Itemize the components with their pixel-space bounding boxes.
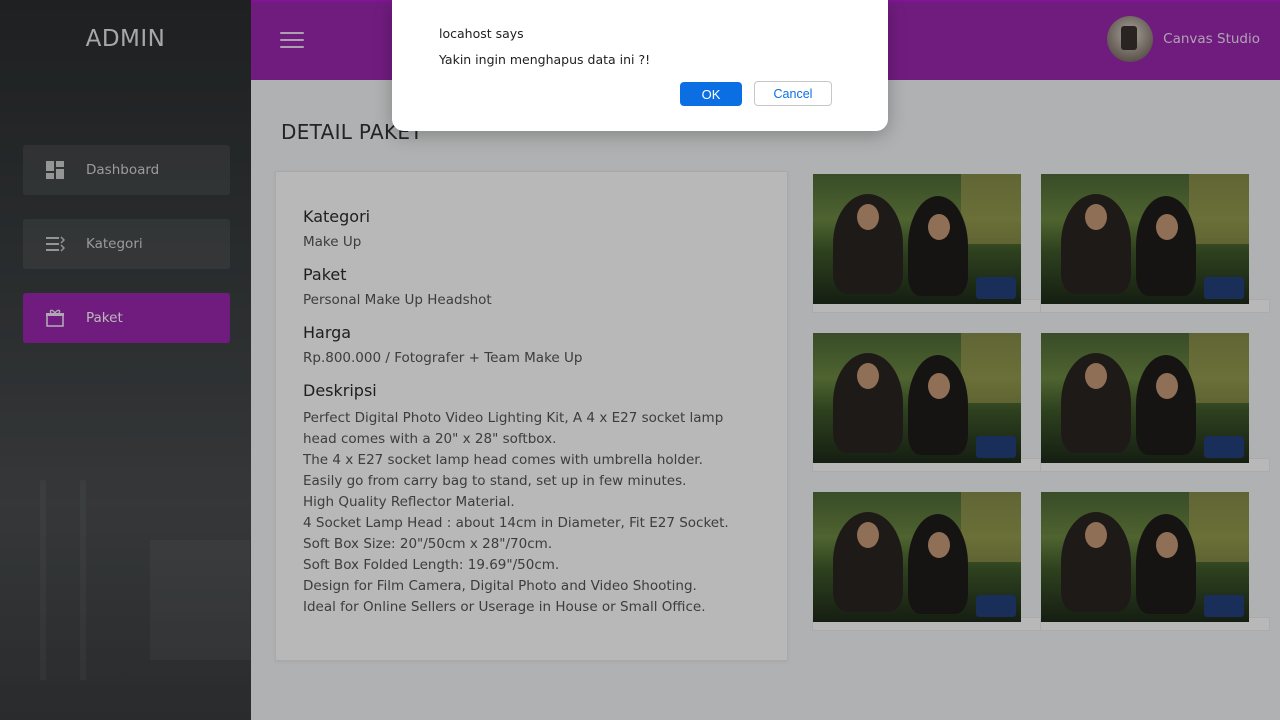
dialog-message: Yakin ingin menghapus data ini ?! xyxy=(439,52,651,67)
dialog-origin: locahost says xyxy=(439,26,524,41)
ok-button[interactable]: OK xyxy=(680,82,742,106)
confirm-dialog: locahost says Yakin ingin menghapus data… xyxy=(392,0,888,131)
cancel-button[interactable]: Cancel xyxy=(754,81,832,106)
